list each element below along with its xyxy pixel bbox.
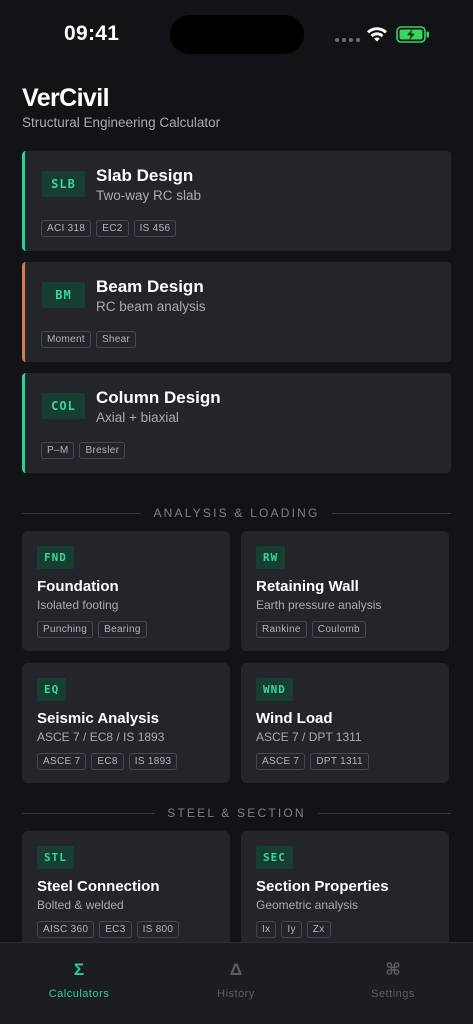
card-badge: EQ (37, 678, 67, 701)
card-badge: SLB (42, 171, 85, 197)
section-label: ANALYSIS & LOADING (153, 506, 320, 520)
calculator-card-beam-design[interactable]: BM Beam Design RC beam analysis Moment S… (22, 262, 451, 362)
card-title: Section Properties (256, 878, 389, 895)
tab-label: Calculators (48, 988, 110, 1000)
section-label: STEEL & SECTION (167, 806, 306, 820)
cellular-signal-icon (335, 38, 360, 42)
code-tag: Coulomb (311, 621, 366, 638)
status-time: 09:41 (64, 22, 120, 45)
code-tag: Bresler (79, 442, 126, 459)
code-tag: Moment (41, 331, 91, 348)
card-subtitle: ASCE 7 / DPT 1311 (256, 730, 362, 744)
card-title: Beam Design (96, 277, 204, 296)
card-subtitle: ASCE 7 / EC8 / IS 1893 (37, 730, 165, 744)
tab-settings[interactable]: ⌘ Settings (333, 959, 453, 1000)
calculator-card-column-design[interactable]: COL Column Design Axial + biaxial P–M Br… (22, 373, 451, 473)
code-tag: IS 456 (133, 220, 177, 237)
card-subtitle: Two-way RC slab (96, 188, 202, 203)
code-tag: Rankine (256, 621, 307, 638)
dynamic-island (170, 15, 304, 54)
tag-list: ASCE 7 DPT 1311 (256, 753, 369, 770)
card-title: Slab Design (96, 166, 194, 185)
card-title: Foundation (37, 578, 119, 595)
divider (317, 812, 451, 814)
code-tag: AISC 360 (37, 921, 95, 938)
card-badge: WND (256, 678, 293, 701)
calculator-card-foundation[interactable]: FND Foundation Isolated footing Punching… (22, 531, 230, 651)
card-subtitle: Axial + biaxial (96, 410, 179, 425)
status-bar: 09:41 (0, 0, 473, 70)
card-subtitle: Earth pressure analysis (256, 598, 382, 612)
code-tag: Zx (306, 921, 331, 938)
tag-list: Ix Iy Zx (256, 921, 331, 938)
section-header-steel-section: STEEL & SECTION (22, 805, 451, 821)
code-tag: ASCE 7 (37, 753, 87, 770)
code-tag: EC2 (96, 220, 129, 237)
card-title: Seismic Analysis (37, 710, 160, 727)
card-subtitle: Isolated footing (37, 598, 119, 612)
code-tag: ACI 318 (41, 220, 92, 237)
code-tag: DPT 1311 (310, 753, 369, 770)
tag-list: Punching Bearing (37, 621, 147, 638)
card-subtitle: Geometric analysis (256, 898, 359, 912)
calculator-card-steel-connection[interactable]: STL Steel Connection Bolted & welded AIS… (22, 831, 230, 951)
tag-list: AISC 360 EC3 IS 800 (37, 921, 180, 938)
command-icon: ⌘ (385, 960, 401, 979)
code-tag: Iy (281, 921, 302, 938)
app-subtitle: Structural Engineering Calculator (22, 115, 221, 130)
card-badge: COL (42, 393, 85, 419)
calculator-card-seismic-analysis[interactable]: EQ Seismic Analysis ASCE 7 / EC8 / IS 18… (22, 663, 230, 783)
delta-icon: Δ (229, 960, 243, 979)
code-tag: Punching (37, 621, 94, 638)
code-tag: EC8 (91, 753, 124, 770)
divider (331, 512, 451, 514)
card-badge: RW (256, 546, 286, 569)
card-title: Column Design (96, 388, 221, 407)
wifi-icon (367, 27, 387, 42)
card-subtitle: RC beam analysis (96, 299, 206, 314)
tag-list: P–M Bresler (41, 442, 126, 459)
code-tag: IS 1893 (128, 753, 178, 770)
divider (22, 512, 142, 514)
tag-list: ACI 318 EC2 IS 456 (41, 220, 177, 237)
card-badge: BM (42, 282, 85, 308)
tag-list: Moment Shear (41, 331, 137, 348)
tag-list: ASCE 7 EC8 IS 1893 (37, 753, 178, 770)
calculator-card-slab-design[interactable]: SLB Slab Design Two-way RC slab ACI 318 … (22, 151, 451, 251)
code-tag: EC3 (99, 921, 132, 938)
code-tag: Bearing (98, 621, 147, 638)
section-header-analysis-loading: ANALYSIS & LOADING (22, 505, 451, 521)
tab-label: Settings (371, 988, 415, 1000)
tab-label: History (217, 988, 255, 1000)
calculator-card-section-properties[interactable]: SEC Section Properties Geometric analysi… (241, 831, 449, 951)
code-tag: ASCE 7 (256, 753, 306, 770)
card-title: Wind Load (256, 710, 333, 727)
tag-list: Rankine Coulomb (256, 621, 366, 638)
divider (22, 812, 156, 814)
card-subtitle: Bolted & welded (37, 898, 124, 912)
card-badge: SEC (256, 846, 293, 869)
tab-bar: Σ Calculators Δ History ⌘ Settings (0, 942, 473, 1024)
card-badge: FND (37, 546, 74, 569)
code-tag: Ix (256, 921, 277, 938)
battery-charging-icon (396, 26, 429, 43)
tab-calculators[interactable]: Σ Calculators (19, 959, 139, 1000)
app-title: VerCivil (22, 84, 110, 112)
calculator-card-wind-load[interactable]: WND Wind Load ASCE 7 / DPT 1311 ASCE 7 D… (241, 663, 449, 783)
card-title: Steel Connection (37, 878, 160, 895)
card-badge: STL (37, 846, 74, 869)
sigma-icon: Σ (73, 960, 85, 979)
tab-history[interactable]: Δ History (176, 959, 296, 1000)
code-tag: IS 800 (136, 921, 180, 938)
calculator-card-retaining-wall[interactable]: RW Retaining Wall Earth pressure analysi… (241, 531, 449, 651)
code-tag: Shear (95, 331, 137, 348)
card-title: Retaining Wall (256, 578, 359, 595)
code-tag: P–M (41, 442, 75, 459)
